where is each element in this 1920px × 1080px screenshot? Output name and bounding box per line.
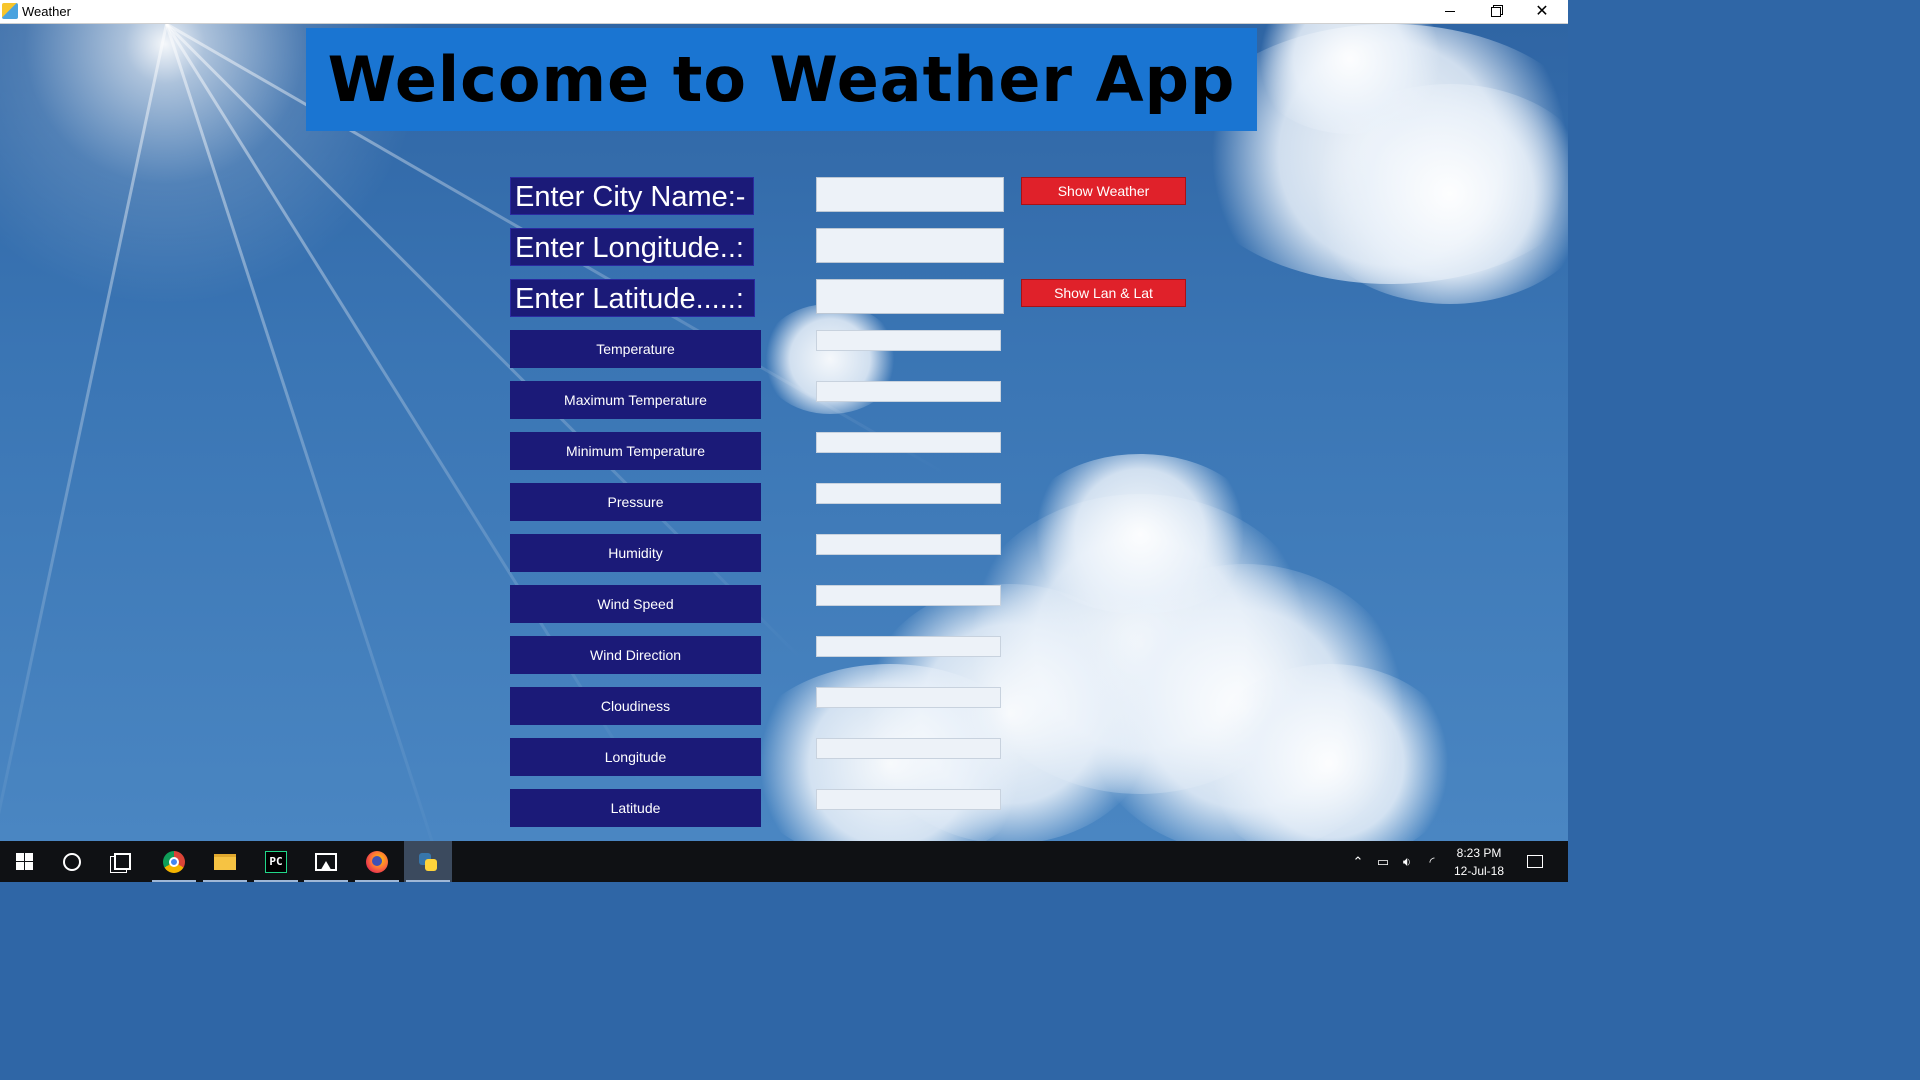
- temperature-output: [816, 330, 1001, 351]
- wind-speed-output: [816, 585, 1001, 606]
- pressure-label: Pressure: [510, 483, 761, 521]
- longitude-output: [816, 738, 1001, 759]
- city-name-label: Enter City Name:-: [510, 177, 754, 215]
- minimize-button[interactable]: [1427, 0, 1473, 23]
- taskbar-clock[interactable]: 8:23 PM 12-Jul-18: [1448, 844, 1510, 880]
- latitude-input[interactable]: [817, 280, 1003, 313]
- clock-time: 8:23 PM: [1456, 846, 1502, 860]
- task-view-button[interactable]: [98, 841, 146, 882]
- min-temperature-output: [816, 432, 1001, 453]
- longitude-input-label: Enter Longitude..:: [510, 228, 754, 266]
- close-icon: ✕: [1535, 2, 1549, 20]
- temperature-label: Temperature: [510, 330, 761, 368]
- show-weather-button[interactable]: Show Weather: [1021, 177, 1186, 205]
- max-temperature-output: [816, 381, 1001, 402]
- network-tray[interactable]: ◜: [1421, 841, 1443, 882]
- cloudiness-label: Cloudiness: [510, 687, 761, 725]
- wifi-icon: ◜: [1429, 853, 1435, 869]
- welcome-banner: Welcome to Weather App: [306, 28, 1257, 131]
- max-temperature-label: Maximum Temperature: [510, 381, 761, 419]
- chevron-up-icon: ⌃: [1352, 853, 1364, 869]
- taskbar: PC ⌃ ▭ 🔉︎ ◜ 8:23 PM 12-Jul-18: [0, 841, 1568, 882]
- taskbar-photos[interactable]: [302, 841, 350, 882]
- wind-direction-label: Wind Direction: [510, 636, 761, 674]
- file-explorer-icon: [214, 853, 236, 870]
- longitude-input[interactable]: [817, 229, 1003, 262]
- battery-icon: ▭: [1376, 853, 1390, 869]
- notification-icon: [1527, 855, 1543, 868]
- pycharm-icon: PC: [265, 850, 287, 873]
- page-title: Welcome to Weather App: [327, 43, 1236, 116]
- taskbar-firefox[interactable]: [353, 841, 401, 882]
- latitude-input-label: Enter Latitude.....:: [510, 279, 755, 317]
- cloudiness-output: [816, 687, 1001, 708]
- city-name-input[interactable]: [817, 178, 1003, 211]
- window-title-bar: Weather ✕: [0, 0, 1568, 24]
- action-center-button[interactable]: [1522, 841, 1548, 882]
- sky-background: [0, 24, 1568, 841]
- restore-button[interactable]: [1473, 0, 1519, 23]
- city-name-field[interactable]: [816, 177, 1004, 212]
- taskbar-python-weather[interactable]: [404, 841, 452, 882]
- show-hidden-icons-button[interactable]: ⌃: [1347, 841, 1369, 882]
- humidity-label: Humidity: [510, 534, 761, 572]
- longitude-label: Longitude: [510, 738, 761, 776]
- humidity-output: [816, 534, 1001, 555]
- longitude-field[interactable]: [816, 228, 1004, 263]
- latitude-field[interactable]: [816, 279, 1004, 314]
- taskbar-file-explorer[interactable]: [201, 841, 249, 882]
- clock-date: 12-Jul-18: [1453, 864, 1505, 878]
- photos-icon: [315, 852, 337, 871]
- volume-icon: 🔉︎: [1402, 853, 1412, 869]
- start-icon: [15, 853, 33, 870]
- weather-app-icon: [2, 3, 18, 19]
- cortana-button[interactable]: [48, 841, 96, 882]
- cortana-icon: [63, 852, 81, 871]
- wind-speed-label: Wind Speed: [510, 585, 761, 623]
- restore-icon: [1491, 6, 1501, 17]
- latitude-output: [816, 789, 1001, 810]
- chrome-icon: [163, 850, 185, 873]
- minimize-icon: [1445, 11, 1455, 12]
- taskbar-pycharm[interactable]: PC: [252, 841, 300, 882]
- python-icon: [417, 851, 439, 873]
- pressure-output: [816, 483, 1001, 504]
- min-temperature-label: Minimum Temperature: [510, 432, 761, 470]
- task-view-icon: [113, 853, 131, 870]
- firefox-icon: [366, 850, 388, 873]
- wind-direction-output: [816, 636, 1001, 657]
- start-button[interactable]: [0, 841, 48, 882]
- window-title: Weather: [22, 4, 71, 19]
- volume-tray[interactable]: 🔉︎: [1396, 841, 1418, 882]
- battery-tray[interactable]: ▭: [1372, 841, 1394, 882]
- latitude-label: Latitude: [510, 789, 761, 827]
- show-lan-lat-button[interactable]: Show Lan & Lat: [1021, 279, 1186, 307]
- close-button[interactable]: ✕: [1519, 0, 1565, 23]
- taskbar-chrome[interactable]: [150, 841, 198, 882]
